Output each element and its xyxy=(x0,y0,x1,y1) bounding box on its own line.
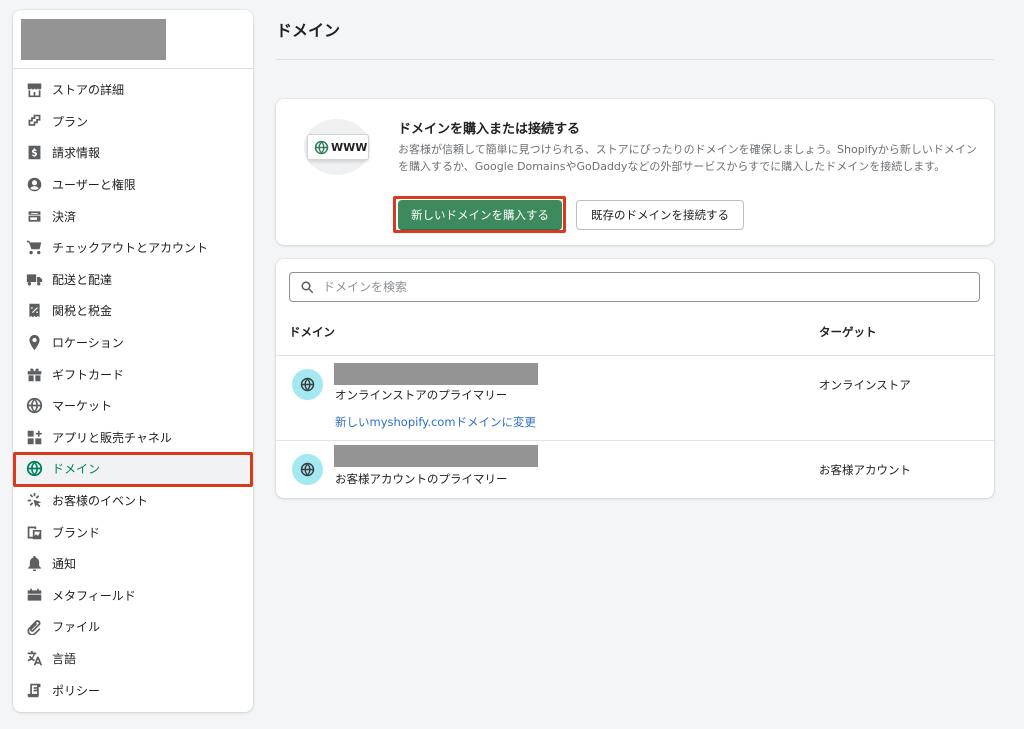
sidebar-item-label: メタフィールド xyxy=(52,588,136,603)
settings-sidebar: ストアの詳細 プラン 請求情報 ユーザーと権限 決済 チェックアウトとアカウント… xyxy=(13,10,253,712)
page-title: ドメイン xyxy=(276,21,341,40)
domains-list-card: ドメイン ターゲット オンラインストアのプライマリー 新しいmyshopify.… xyxy=(276,259,994,498)
sidebar-item-label: ギフトカード xyxy=(52,367,125,382)
sidebar-item-label: ブランド xyxy=(52,525,101,540)
sidebar-item-files[interactable]: ファイル xyxy=(13,611,253,643)
sidebar-item-label: ユーザーと権限 xyxy=(52,178,136,193)
sidebar-item-shipping[interactable]: 配送と配達 xyxy=(13,264,253,296)
domain-name-redacted xyxy=(334,363,538,385)
policy-icon xyxy=(25,681,43,699)
cart-icon xyxy=(25,239,43,257)
gift-icon xyxy=(25,365,43,383)
sidebar-item-label: プラン xyxy=(52,114,89,129)
domain-subtitle: お客様アカウントのプライマリー xyxy=(335,472,508,486)
cursor-click-icon xyxy=(25,492,43,510)
sidebar-item-apps[interactable]: アプリと販売チャネル xyxy=(13,422,253,454)
sidebar-item-label: 関税と税金 xyxy=(52,304,113,319)
sidebar-item-label: ストアの詳細 xyxy=(52,83,125,98)
sidebar-item-billing[interactable]: 請求情報 xyxy=(13,137,253,169)
header-divider xyxy=(276,355,994,356)
promo-title: ドメインを購入または接続する xyxy=(398,122,581,137)
buy-connect-domain-card: WWW ドメインを購入または接続する お客様が信頼して簡単に見つけられる、ストア… xyxy=(276,99,994,245)
search-icon xyxy=(301,280,314,293)
sidebar-item-label: 請求情報 xyxy=(52,146,101,161)
truck-icon xyxy=(25,270,43,288)
brand-icon xyxy=(25,523,43,541)
sidebar-header xyxy=(13,10,253,69)
store-icon xyxy=(25,81,43,99)
sidebar-item-locations[interactable]: ロケーション xyxy=(13,327,253,359)
settings-nav: ストアの詳細 プラン 請求情報 ユーザーと権限 決済 チェックアウトとアカウント… xyxy=(13,69,253,706)
sidebar-item-domains[interactable]: ドメイン xyxy=(13,453,253,485)
sidebar-item-label: ファイル xyxy=(52,620,101,635)
sidebar-item-label: 配送と配達 xyxy=(52,272,113,287)
sidebar-item-label: 通知 xyxy=(52,557,77,572)
sidebar-item-languages[interactable]: 言語 xyxy=(13,643,253,675)
sidebar-item-payments[interactable]: 決済 xyxy=(13,200,253,232)
search-field[interactable] xyxy=(289,272,980,302)
sidebar-item-users[interactable]: ユーザーと権限 xyxy=(13,169,253,201)
sidebar-item-label: 言語 xyxy=(52,651,77,666)
store-name-redacted xyxy=(21,19,166,60)
sidebar-item-policies[interactable]: ポリシー xyxy=(13,674,253,706)
column-header-target[interactable]: ターゲット xyxy=(819,324,877,340)
globe-icon xyxy=(25,397,43,415)
sidebar-item-label: お客様のイベント xyxy=(52,494,149,509)
domain-subtitle: オンラインストアのプライマリー xyxy=(335,388,508,402)
sidebar-item-metafields[interactable]: メタフィールド xyxy=(13,580,253,612)
domain-globe-icon xyxy=(292,369,323,400)
globe-icon xyxy=(314,140,329,154)
plan-icon xyxy=(25,112,43,130)
sidebar-item-label: マーケット xyxy=(52,399,113,414)
sidebar-item-label: ポリシー xyxy=(52,683,101,698)
sidebar-item-taxes[interactable]: 関税と税金 xyxy=(13,295,253,327)
user-icon xyxy=(25,176,43,194)
bell-icon xyxy=(25,555,43,573)
sidebar-item-label: 決済 xyxy=(52,209,77,224)
sidebar-item-label: ドメイン xyxy=(52,462,101,477)
row-divider xyxy=(276,440,994,441)
www-tag: WWW xyxy=(307,134,369,160)
search-input[interactable] xyxy=(323,280,943,294)
domain-target: オンラインストア xyxy=(819,378,911,392)
apps-icon xyxy=(25,428,43,446)
sidebar-item-markets[interactable]: マーケット xyxy=(13,390,253,422)
location-icon xyxy=(25,334,43,352)
domain-target: お客様アカウント xyxy=(819,463,911,477)
promo-description: お客様が信頼して簡単に見つけられる、ストアにぴったりのドメインを確保しましょう。… xyxy=(398,143,977,173)
title-divider xyxy=(276,59,994,60)
connect-existing-domain-button[interactable]: 既存のドメインを接続する xyxy=(576,200,744,230)
sidebar-item-checkout[interactable]: チェックアウトとアカウント xyxy=(13,232,253,264)
sidebar-item-gift-cards[interactable]: ギフトカード xyxy=(13,358,253,390)
paperclip-icon xyxy=(25,618,43,636)
billing-icon xyxy=(25,144,43,162)
sidebar-item-label: アプリと販売チャネル xyxy=(52,430,172,445)
domain-name-redacted xyxy=(334,445,538,467)
buy-new-domain-button[interactable]: 新しいドメインを購入する xyxy=(398,200,562,230)
domain-globe-icon xyxy=(292,454,323,485)
www-text: WWW xyxy=(331,140,368,154)
domain-globe-icon xyxy=(25,460,43,478)
sidebar-item-notifications[interactable]: 通知 xyxy=(13,548,253,580)
sidebar-item-brand[interactable]: ブランド xyxy=(13,516,253,548)
change-myshopify-domain-link[interactable]: 新しいmyshopify.comドメインに変更 xyxy=(335,414,536,430)
sidebar-item-customer-events[interactable]: お客様のイベント xyxy=(13,485,253,517)
sidebar-item-label: ロケーション xyxy=(52,336,124,351)
metafield-icon xyxy=(25,586,43,604)
language-icon xyxy=(25,649,43,667)
sidebar-item-store-details[interactable]: ストアの詳細 xyxy=(13,74,253,106)
column-header-domain[interactable]: ドメイン xyxy=(289,324,335,340)
payments-icon xyxy=(25,207,43,225)
sidebar-item-label: チェックアウトとアカウント xyxy=(52,241,209,256)
tax-icon xyxy=(25,302,43,320)
sidebar-item-plan[interactable]: プラン xyxy=(13,106,253,138)
